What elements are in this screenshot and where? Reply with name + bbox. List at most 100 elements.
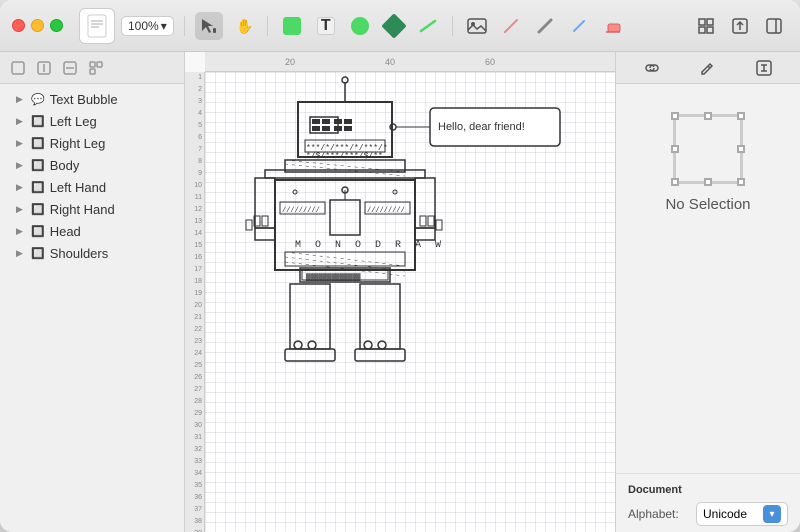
ruler-mark-60: 60 [485,57,495,67]
panel-button[interactable] [760,12,788,40]
handle-tl [671,112,679,120]
shoulders-icon: 🔲 [31,247,45,260]
handle-ml [671,145,679,153]
chevron-icon: ▶ [16,160,26,171]
sidebar-item-head[interactable]: ▶ 🔲 Head [4,221,180,242]
chevron-icon: ▶ [16,94,26,105]
chevron-icon: ▶ [16,116,26,127]
alphabet-label: Alphabet: [628,507,688,521]
chevron-icon: ▶ [16,226,26,237]
left-leg-icon: 🔲 [31,115,45,128]
rp-edit-button[interactable] [695,55,721,81]
chevron-icon: ▶ [16,248,26,259]
svg-text:M O N O D R A W: M O N O D R A W [295,240,445,251]
line-tool-button[interactable] [414,12,442,40]
robot-svg: ***/*/***/*/***/* */$/***/***/$/** Hello… [205,72,615,532]
no-selection-icon [673,114,743,184]
svg-text:✋: ✋ [236,18,252,34]
rectangle-tool-button[interactable] [278,12,306,40]
chevron-icon: ▶ [16,182,26,193]
canvas-grid[interactable]: ***/*/***/*/***/* */$/***/***/$/** Hello… [205,72,615,532]
sidebar-items-list: ▶ 💬 Text Bubble ▶ 🔲 Left Leg ▶ 🔲 Right L… [0,84,184,532]
select-arrow-icon: ▾ [763,505,781,523]
right-panel-toolbar [616,52,800,84]
document-section-label: Document [628,484,788,496]
handle-mr [737,145,745,153]
sidebar-add-button[interactable] [6,57,30,79]
pan-tool-button[interactable]: ✋ [229,12,257,40]
sidebar-item-right-leg[interactable]: ▶ 🔲 Right Leg [4,133,180,154]
eraser-tool-button[interactable] [599,12,627,40]
sidebar-btn-4[interactable] [84,57,108,79]
svg-text:Hello, dear friend!: Hello, dear friend! [438,121,525,133]
ruler-horizontal: 20 40 60 [205,52,615,72]
select-tool-button[interactable] [195,12,223,40]
diamond-tool-button[interactable] [380,12,408,40]
sidebar: ▶ 💬 Text Bubble ▶ 🔲 Left Leg ▶ 🔲 Right L… [0,52,185,532]
sidebar-btn-3[interactable] [58,57,82,79]
sidebar-btn-2[interactable] [32,57,56,79]
sidebar-item-label: Text Bubble [50,92,118,107]
chevron-icon: ▶ [16,138,26,149]
chevron-icon: ▶ [16,204,26,215]
upload-button[interactable] [726,12,754,40]
close-button[interactable] [12,19,25,32]
no-selection-title: No Selection [665,196,750,213]
maximize-button[interactable] [50,19,63,32]
rp-link-button[interactable] [639,55,665,81]
text-tool-button[interactable]: T [312,12,340,40]
alphabet-select[interactable]: Unicode ▾ [696,502,788,526]
zoom-level: 100% [128,19,159,33]
sidebar-item-body[interactable]: ▶ 🔲 Body [4,155,180,176]
alphabet-row: Alphabet: Unicode ▾ [628,502,788,526]
circle-tool-button[interactable] [346,12,374,40]
diamond-icon [381,13,406,38]
sidebar-item-label: Left Leg [50,114,97,129]
sidebar-item-left-leg[interactable]: ▶ 🔲 Left Leg [4,111,180,132]
main-content: ▶ 💬 Text Bubble ▶ 🔲 Left Leg ▶ 🔲 Right L… [0,52,800,532]
document-section: Document Alphabet: Unicode ▾ [616,473,800,532]
sidebar-item-label: Right Hand [50,202,115,217]
brush-tool-button[interactable] [531,12,559,40]
sidebar-item-right-hand[interactable]: ▶ 🔲 Right Hand [4,199,180,220]
head-icon: 🔲 [31,225,45,238]
sidebar-item-left-hand[interactable]: ▶ 🔲 Left Hand [4,177,180,198]
toolbar-separator-3 [452,16,453,36]
right-hand-icon: 🔲 [31,203,45,216]
traffic-lights [12,19,63,32]
sidebar-item-shoulders[interactable]: ▶ 🔲 Shoulders [4,243,180,264]
grid-button[interactable] [692,12,720,40]
ruler-vertical: 1 2 3 4 5 6 7 8 9 10 11 12 13 14 15 16 1 [185,72,205,532]
svg-text:▓▓▓▓▓▓▓▓▓▓▓▓▓: ▓▓▓▓▓▓▓▓▓▓▓▓▓ [306,273,361,282]
zoom-arrow: ▾ [161,19,167,33]
toolbar-separator-2 [267,16,268,36]
rp-info-button[interactable] [751,55,777,81]
pencil-tool-button[interactable] [497,12,525,40]
circle-icon [351,17,369,35]
handle-bl [671,178,679,186]
doc-icon [79,8,115,44]
ruler-mark-20: 20 [285,57,295,67]
alphabet-value: Unicode [703,507,747,521]
minimize-button[interactable] [31,19,44,32]
handle-tm [704,112,712,120]
sidebar-item-label: Right Leg [50,136,106,151]
svg-text://///////: ///////// [282,207,320,215]
zoom-control[interactable]: 100% ▾ [121,16,174,36]
body-icon: 🔲 [31,159,45,172]
handle-tr [737,112,745,120]
svg-text://///////: ///////// [367,207,405,215]
no-selection-area: No Selection [616,84,800,473]
toolbar-separator-1 [184,16,185,36]
text-bubble-icon: 💬 [31,93,45,106]
canvas-area[interactable]: 20 40 60 1 2 3 4 5 6 7 8 9 10 11 1 [185,52,615,532]
pen-tool-button[interactable] [565,12,593,40]
text-icon: T [317,17,335,35]
sidebar-toolbar [0,52,184,84]
image-tool-button[interactable] [463,12,491,40]
sidebar-item-text-bubble[interactable]: ▶ 💬 Text Bubble [4,89,180,110]
sidebar-item-label: Body [50,158,80,173]
title-bar: 100% ▾ ✋ T [0,0,800,52]
app-window: 100% ▾ ✋ T [0,0,800,532]
handle-bm [704,178,712,186]
